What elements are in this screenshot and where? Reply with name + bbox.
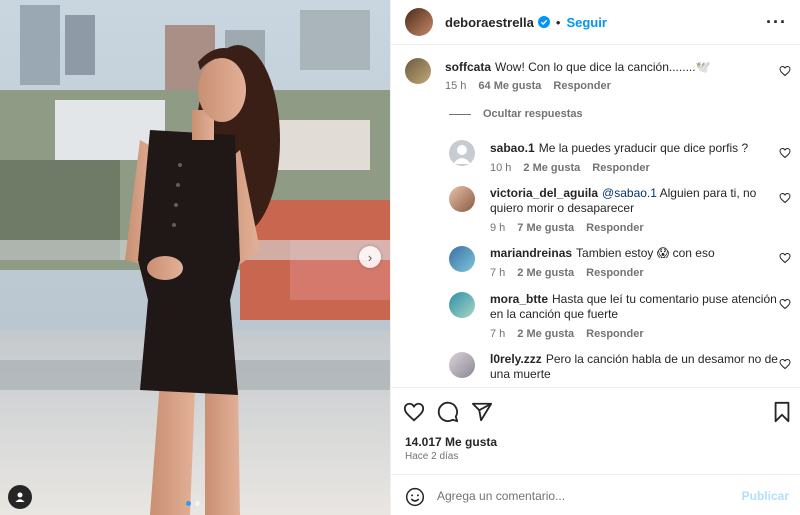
tagged-users-button[interactable] [8, 485, 32, 509]
publish-button[interactable]: Publicar [742, 489, 789, 503]
reply-reply-button[interactable]: Responder [586, 222, 643, 234]
post-panel: deboraestrella • Seguir ··· soffcata Wow!… [390, 0, 800, 515]
follow-button[interactable]: Seguir [566, 15, 606, 30]
reply-avatar[interactable] [449, 246, 475, 272]
reply-meta: 7 h 2 Me gusta Responder [490, 267, 644, 279]
like-heart-icon[interactable] [403, 401, 425, 423]
like-reply-heart-icon[interactable] [779, 192, 791, 204]
post-actions [391, 389, 800, 433]
reply-avatar[interactable] [449, 352, 475, 378]
comment-icon[interactable] [437, 401, 459, 423]
replies-divider [449, 113, 471, 115]
reply-reply-button[interactable]: Responder [586, 267, 643, 279]
reply-likes[interactable]: 2 Me gusta [517, 328, 574, 340]
reply-avatar[interactable] [449, 186, 475, 212]
reply-time: 7 h [490, 267, 506, 279]
save-bookmark-icon[interactable] [771, 401, 793, 423]
comment-username[interactable]: soffcata [445, 60, 491, 74]
reply-likes[interactable]: 2 Me gusta [517, 267, 574, 279]
reply-text: mora_btte Hasta que leí tu comentario pus… [490, 292, 780, 322]
reply-avatar[interactable] [449, 140, 475, 166]
like-comment-heart-icon[interactable] [779, 65, 791, 77]
post-media[interactable]: › [0, 0, 390, 515]
hide-replies-button[interactable]: Ocultar respuestas [449, 108, 583, 120]
hide-replies-label: Ocultar respuestas [483, 108, 583, 120]
reply-body: Tambien estoy 😱 con eso [576, 246, 715, 260]
reply-time: 10 h [490, 162, 512, 174]
reply-username[interactable]: mora_btte [490, 292, 548, 306]
post-header: deboraestrella • Seguir ··· [391, 0, 800, 45]
reply-meta: 9 h 7 Me gusta Responder [490, 222, 644, 234]
comment-text: soffcata Wow! Con lo que dice la canción.… [445, 60, 775, 75]
comment-time: 15 h [445, 80, 467, 92]
author-avatar[interactable] [405, 8, 433, 36]
reply-text: victoria_del_aguila @sabao.1 Alguien para… [490, 186, 780, 216]
reply-reply-button[interactable]: Responder [592, 162, 649, 174]
reply-username[interactable]: sabao.1 [490, 141, 535, 155]
comments-list[interactable]: soffcata Wow! Con lo que dice la canción.… [391, 46, 800, 388]
emoji-icon[interactable] [405, 487, 425, 507]
share-icon[interactable] [471, 401, 493, 423]
reply-text: mariandreinas Tambien estoy 😱 con eso [490, 246, 780, 261]
like-reply-heart-icon[interactable] [779, 298, 791, 310]
carousel-indicator [186, 501, 200, 506]
reply-username[interactable]: mariandreinas [490, 246, 572, 260]
next-slide-button[interactable]: › [359, 246, 381, 268]
reply-reply-button[interactable]: Responder [586, 328, 643, 340]
reply-username[interactable]: l0rely.zzz [490, 352, 542, 366]
comment-reply-button[interactable]: Responder [553, 80, 610, 92]
reply-meta: 7 h 2 Me gusta Responder [490, 328, 644, 340]
reply-avatar[interactable] [449, 292, 475, 318]
reply-time: 9 h [490, 222, 506, 234]
comment-input[interactable] [437, 487, 727, 505]
reply-body: Me la puedes yraducir que dice porfis ? [538, 141, 749, 155]
like-reply-heart-icon[interactable] [779, 252, 791, 264]
reply-username[interactable]: victoria_del_aguila [490, 186, 598, 200]
carousel-dot [195, 501, 200, 506]
default-user-icon [453, 145, 471, 164]
reply-likes[interactable]: 2 Me gusta [523, 162, 580, 174]
comment-meta: 15 h 64 Me gusta Responder [445, 80, 611, 92]
verified-badge-icon [537, 16, 550, 28]
reply-likes[interactable]: 7 Me gusta [517, 222, 574, 234]
post-dialog: › deboraestrella • Seguir ··· soffcata W… [0, 0, 800, 515]
like-reply-heart-icon[interactable] [779, 358, 791, 370]
more-options-icon[interactable]: ··· [766, 12, 787, 33]
likes-count[interactable]: 14.017 Me gusta [405, 435, 497, 449]
reply-time: 7 h [490, 328, 506, 340]
comment-likes[interactable]: 64 Me gusta [478, 80, 541, 92]
reply-text: sabao.1 Me la puedes yraducir que dice po… [490, 141, 780, 156]
like-reply-heart-icon[interactable] [779, 147, 791, 159]
user-icon [15, 492, 25, 502]
add-comment-bar: Publicar [391, 474, 800, 515]
post-photo [0, 0, 390, 515]
author-username[interactable]: deboraestrella [445, 15, 534, 30]
reply-mention[interactable]: @sabao.1 [602, 186, 657, 200]
commenter-avatar[interactable] [405, 58, 431, 84]
header-separator: • [555, 14, 561, 30]
carousel-dot-active [186, 501, 191, 506]
post-date: Hace 2 días [405, 451, 459, 462]
reply-text: l0rely.zzz Pero la canción habla de un de… [490, 352, 780, 382]
comment-body: Wow! Con lo que dice la canción........🕊… [495, 60, 711, 74]
reply-meta: 10 h 2 Me gusta Responder [490, 162, 650, 174]
